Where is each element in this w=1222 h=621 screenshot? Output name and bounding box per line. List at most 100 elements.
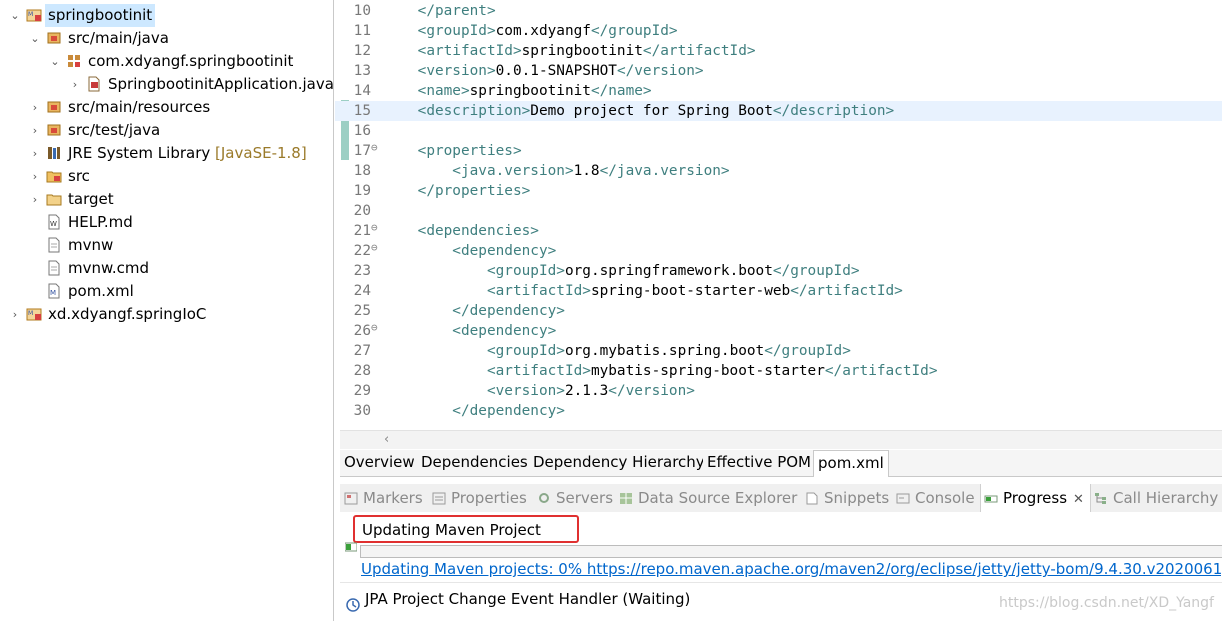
tree-item-application-java[interactable]: › SpringbootinitApplication.java <box>0 73 333 96</box>
close-icon[interactable]: ✕ <box>1073 492 1084 507</box>
sub-task-link[interactable]: Updating Maven projects: 0% https://repo… <box>361 558 1221 580</box>
chevron-right-icon[interactable]: › <box>68 73 82 96</box>
code-line[interactable]: 24 <artifactId>spring-boot-starter-web</… <box>335 281 1222 301</box>
tab-dependency-hierarchy[interactable]: Dependency Hierarchy <box>529 450 710 475</box>
xml-value: com.xdyangf <box>495 23 591 39</box>
xml-tag: </artifactId> <box>642 43 756 59</box>
svg-text:M: M <box>28 310 33 317</box>
fold-toggle-icon[interactable]: ⊖ <box>371 218 381 238</box>
source-folder-icon <box>47 124 61 136</box>
tab-pom-xml[interactable]: pom.xml <box>813 450 889 477</box>
view-tab-call-hierarchy[interactable]: Call Hierarchy <box>1094 484 1218 512</box>
tree-item-target[interactable]: › target <box>0 188 333 211</box>
code-line[interactable]: 25 </dependency> <box>335 301 1222 321</box>
xml-tag: <properties> <box>383 143 522 159</box>
chevron-right-icon[interactable]: › <box>28 96 42 119</box>
file-icon <box>48 260 60 276</box>
code-line[interactable]: 19 </properties> <box>335 181 1222 201</box>
chevron-right-icon[interactable]: › <box>28 142 42 165</box>
code-line[interactable]: 15 <description>Demo project for Spring … <box>335 101 1222 121</box>
xml-tag: </groupId> <box>772 263 860 279</box>
tree-item-mvnw-cmd[interactable]: mvnw.cmd <box>0 257 333 280</box>
tree-item-jre-library[interactable]: › JRE System Library [JavaSE-1.8] <box>0 142 333 165</box>
code-line[interactable]: 14 <name>springbootinit</name> <box>335 81 1222 101</box>
fold-toggle-icon[interactable]: ⊖ <box>371 238 381 258</box>
tab-overview[interactable]: Overview <box>340 450 420 475</box>
xml-value: 1.8 <box>573 163 600 179</box>
tree-item-help-md[interactable]: W HELP.md <box>0 211 333 234</box>
tree-label: xd.xdyangf.springIoC <box>48 305 207 323</box>
divider <box>340 582 1222 583</box>
xml-tag: </java.version> <box>599 163 730 179</box>
tree-item-src-main-resources[interactable]: › src/main/resources <box>0 96 333 119</box>
code-line[interactable]: 30 </dependency> <box>335 401 1222 421</box>
xml-tag: </groupId> <box>764 343 851 359</box>
code-line[interactable]: 12 <artifactId>springbootinit</artifactI… <box>335 41 1222 61</box>
horizontal-scrollbar[interactable]: ‹ <box>340 430 1222 449</box>
code-line[interactable]: 23 <groupId>org.springframework.boot</gr… <box>335 261 1222 281</box>
tab-effective-pom[interactable]: Effective POM <box>703 450 817 475</box>
chevron-down-icon[interactable]: ⌄ <box>8 4 22 27</box>
code-line[interactable]: 22 ⊖ <dependency> <box>335 241 1222 261</box>
fold-toggle-icon[interactable]: ⊖ <box>371 138 381 158</box>
source-folder-icon <box>47 32 61 44</box>
code-line[interactable]: 10 </parent> <box>335 1 1222 21</box>
xml-value: mybatis-spring-boot-starter <box>590 363 825 379</box>
code-line[interactable]: 11 <groupId>com.xdyangf</groupId> <box>335 21 1222 41</box>
job-title-highlight: Updating Maven Project <box>353 515 579 543</box>
code-line[interactable]: 28 <artifactId>mybatis-spring-boot-start… <box>335 361 1222 381</box>
library-icon <box>48 147 60 159</box>
code-line[interactable]: 13 <version>0.0.1-SNAPSHOT</version> <box>335 61 1222 81</box>
tree-item-src-main-java[interactable]: ⌄ src/main/java <box>0 27 333 50</box>
chevron-right-icon[interactable]: › <box>28 119 42 142</box>
tree-item-springioc[interactable]: › M xd.xdyangf.springIoC <box>0 303 333 326</box>
view-tab-servers[interactable]: Servers <box>537 484 613 512</box>
xml-tag: </parent> <box>383 3 496 19</box>
view-tab-snippets[interactable]: Snippets <box>805 484 889 512</box>
line-number: 18 <box>353 163 371 179</box>
code-text: <artifactId>springbootinit</artifactId> <box>383 41 756 61</box>
view-tab-markers[interactable]: Markers <box>344 484 423 512</box>
xml-tag: </description> <box>772 103 895 119</box>
code-line[interactable]: 29 <version>2.1.3</version> <box>335 381 1222 401</box>
xml-tag: <dependencies> <box>383 223 539 239</box>
chevron-down-icon[interactable]: ⌄ <box>48 50 62 73</box>
code-line[interactable]: 16 <box>335 121 1222 141</box>
chevron-right-icon[interactable]: › <box>28 165 42 188</box>
view-tab-console[interactable]: Console <box>896 484 975 512</box>
chevron-right-icon[interactable]: › <box>28 188 42 211</box>
xml-tag: <groupId> <box>383 343 565 359</box>
tree-item-src-test-java[interactable]: › src/test/java <box>0 119 333 142</box>
view-tab-data-source-explorer[interactable]: Data Source Explorer <box>619 484 797 512</box>
tree-item-pom-xml[interactable]: M pom.xml <box>0 280 333 303</box>
fold-toggle-icon[interactable]: ⊖ <box>371 318 381 338</box>
code-line[interactable]: 18 <java.version>1.8</java.version> <box>335 161 1222 181</box>
tree-item-src[interactable]: › src <box>0 165 333 188</box>
code-line[interactable]: 17 ⊖ <properties> <box>335 141 1222 161</box>
tree-item-package[interactable]: ⌄ com.xdyangf.springbootinit <box>0 50 333 73</box>
tree-label: JRE System Library [JavaSE-1.8] <box>68 142 307 165</box>
xml-tag: <dependency> <box>383 323 557 339</box>
maven-project-icon: M <box>26 9 42 22</box>
pom-editor[interactable]: 10 </parent> 11 <groupId>com.xdyangf</gro… <box>335 0 1222 430</box>
view-tab-properties[interactable]: Properties <box>432 484 527 512</box>
tree-label: src <box>68 167 90 185</box>
code-line[interactable]: 20 <box>335 201 1222 221</box>
scroll-left-icon[interactable]: ‹ <box>384 432 389 447</box>
code-line[interactable]: 26 ⊖ <dependency> <box>335 321 1222 341</box>
tab-dependencies[interactable]: Dependencies <box>417 450 533 475</box>
code-line[interactable]: 27 <groupId>org.mybatis.spring.boot</gro… <box>335 341 1222 361</box>
tree-item-mvnw[interactable]: mvnw <box>0 234 333 257</box>
explorer-divider[interactable] <box>333 0 334 621</box>
snippets-icon <box>806 492 818 505</box>
chevron-down-icon[interactable]: ⌄ <box>28 27 42 50</box>
chevron-right-icon[interactable]: › <box>8 303 22 326</box>
code-text: <artifactId>mybatis-spring-boot-starter<… <box>383 361 938 381</box>
code-line[interactable]: 21 ⊖ <dependencies> <box>335 221 1222 241</box>
tree-label: mvnw.cmd <box>68 259 150 277</box>
xml-file-icon: M <box>48 283 60 299</box>
line-number: 13 <box>353 63 371 79</box>
view-tab-progress[interactable]: Progress ✕ <box>980 484 1091 512</box>
code-text: <java.version>1.8</java.version> <box>383 161 730 181</box>
tree-item-springbootinit[interactable]: ⌄ M springbootinit <box>0 4 333 27</box>
